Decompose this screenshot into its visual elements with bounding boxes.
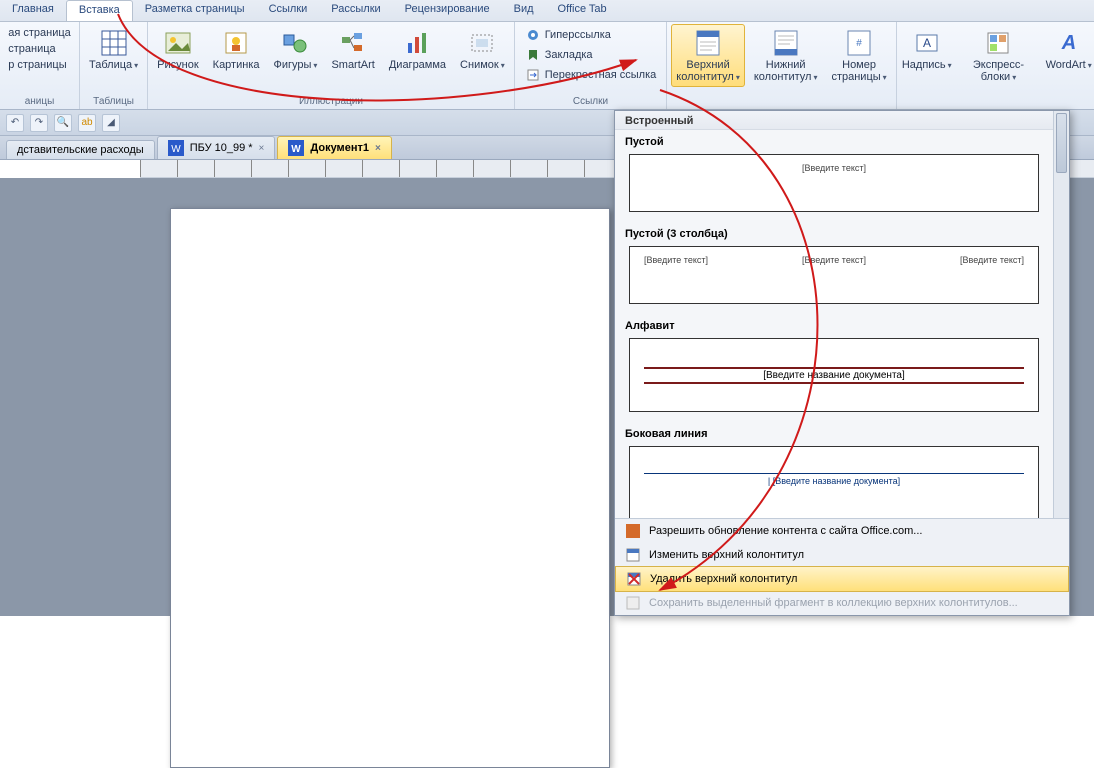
blank-page-button[interactable]: страница <box>6 42 57 56</box>
highlight-button[interactable]: ab <box>78 114 96 132</box>
pagenumber-button[interactable]: # Номерстраницы▾ <box>826 24 891 87</box>
header-icon <box>692 27 724 59</box>
document-page[interactable] <box>170 208 610 768</box>
quickparts-icon <box>982 27 1014 59</box>
doctab-0[interactable]: дставительские расходы <box>6 140 155 159</box>
group-tables: Таблица▾ Таблицы <box>80 22 148 109</box>
picture-icon <box>162 27 194 59</box>
tab-insert[interactable]: Вставка <box>66 0 133 21</box>
word-doc-icon: W <box>168 140 184 156</box>
edit-header-button[interactable]: Изменить верхний колонтитул <box>615 543 1069 567</box>
doctab-1[interactable]: W ПБУ 10_99 *× <box>157 136 276 159</box>
zoom-button[interactable]: 🔍 <box>54 114 72 132</box>
header-gallery-dropdown: Встроенный Пустой [Введите текст] Пустой… <box>614 110 1070 616</box>
tab-home[interactable]: Главная <box>0 0 66 21</box>
doctab-2[interactable]: W Документ1× <box>277 136 391 159</box>
ribbon-body: ая страница страница р страницы аницы Та… <box>0 22 1094 110</box>
tab-officetab[interactable]: Office Tab <box>546 0 619 21</box>
header-button[interactable]: Верхнийколонтитул▾ <box>671 24 745 87</box>
group-links-title: Ссылки <box>573 95 608 109</box>
gallery-item-3[interactable]: | [Введите название документа] <box>629 446 1039 518</box>
shapes-button[interactable]: Фигуры▾ <box>269 24 323 75</box>
gallery-item-label-2: Алфавит <box>615 314 1053 334</box>
gallery-item-0[interactable]: [Введите текст] <box>629 154 1039 212</box>
gallery-footer: Разрешить обновление контента с сайта Of… <box>615 518 1069 615</box>
group-pages: ая страница страница р страницы аницы <box>0 22 80 109</box>
undo-button[interactable]: ↶ <box>6 114 24 132</box>
group-links: Гиперссылка Закладка Перекрестная ссылка… <box>515 22 668 109</box>
group-illustrations: Рисунок Картинка Фигуры▾ SmartArt Диагра… <box>148 22 515 109</box>
svg-text:A: A <box>923 36 931 50</box>
page-break-button[interactable]: р страницы <box>6 58 68 72</box>
group-pages-title: аницы <box>25 95 55 109</box>
footer-icon <box>770 27 802 59</box>
quickparts-button[interactable]: Экспресс-блоки▾ <box>957 24 1040 87</box>
wordart-button[interactable]: AWordArt▾ <box>1044 24 1093 75</box>
smartart-icon <box>337 27 369 59</box>
footer-button[interactable]: Нижнийколонтитул▾ <box>749 24 823 87</box>
bookmark-button[interactable]: Закладка <box>523 46 659 64</box>
table-icon <box>98 27 130 59</box>
redo-button[interactable]: ↷ <box>30 114 48 132</box>
eraser-button[interactable]: ◢ <box>102 114 120 132</box>
pagenumber-icon: # <box>843 27 875 59</box>
textbox-button[interactable]: AНадпись▾ <box>901 24 953 75</box>
save-selection-icon <box>625 595 641 611</box>
tab-view[interactable]: Вид <box>502 0 546 21</box>
svg-text:A: A <box>1060 32 1075 54</box>
cover-page-button[interactable]: ая страница <box>6 26 73 40</box>
save-selection-button: Сохранить выделенный фрагмент в коллекци… <box>615 591 1069 615</box>
edit-header-icon <box>625 547 641 563</box>
word-doc-icon: W <box>288 140 304 156</box>
office-update-button[interactable]: Разрешить обновление контента с сайта Of… <box>615 519 1069 543</box>
tab-pagelayout[interactable]: Разметка страницы <box>133 0 257 21</box>
shapes-icon <box>279 27 311 59</box>
screenshot-button[interactable]: Снимок▾ <box>455 24 510 75</box>
table-button[interactable]: Таблица▾ <box>84 24 143 75</box>
gallery-item-label-0: Пустой <box>615 130 1053 150</box>
ribbon-tabs: Главная Вставка Разметка страницы Ссылки… <box>0 0 1094 22</box>
hyperlink-button[interactable]: Гиперссылка <box>523 26 659 44</box>
gallery-item-2[interactable]: [Введите название документа] <box>629 338 1039 412</box>
gallery-section-heading: Встроенный <box>615 111 1053 130</box>
crossref-button[interactable]: Перекрестная ссылка <box>523 66 659 84</box>
crossref-icon <box>525 67 541 83</box>
bookmark-icon <box>525 47 541 63</box>
svg-text:W: W <box>171 144 181 155</box>
screenshot-icon <box>466 27 498 59</box>
group-headerfooter: Верхнийколонтитул▾ Нижнийколонтитул▾ # Н… <box>667 22 896 109</box>
gallery-item-1[interactable]: [Введите текст] [Введите текст] [Введите… <box>629 246 1039 304</box>
clipart-button[interactable]: Картинка <box>208 24 265 74</box>
picture-button[interactable]: Рисунок <box>152 24 204 74</box>
chart-button[interactable]: Диаграмма <box>384 24 451 74</box>
tab-references[interactable]: Ссылки <box>257 0 320 21</box>
chart-icon <box>401 27 433 59</box>
group-tables-title: Таблицы <box>93 95 134 109</box>
clipart-icon <box>220 27 252 59</box>
group-text: AНадпись▾ Экспресс-блоки▾ AWordArt▾ AБук… <box>897 22 1094 109</box>
tab-review[interactable]: Рецензирование <box>393 0 502 21</box>
gallery-item-label-3: Боковая линия <box>615 422 1053 442</box>
hyperlink-icon <box>525 27 541 43</box>
tab-mailings[interactable]: Рассылки <box>319 0 392 21</box>
office-icon <box>625 523 641 539</box>
smartart-button[interactable]: SmartArt <box>326 24 379 74</box>
gallery-scrollbar[interactable] <box>1053 111 1069 518</box>
svg-text:#: # <box>856 38 862 49</box>
remove-header-button[interactable]: Удалить верхний колонтитул <box>615 566 1069 592</box>
wordart-icon: A <box>1053 27 1085 59</box>
textbox-icon: A <box>911 27 943 59</box>
gallery-item-label-1: Пустой (3 столбца) <box>615 222 1053 242</box>
remove-header-icon <box>626 571 642 587</box>
svg-text:W: W <box>292 144 302 155</box>
group-illustrations-title: Иллюстрации <box>299 95 363 109</box>
